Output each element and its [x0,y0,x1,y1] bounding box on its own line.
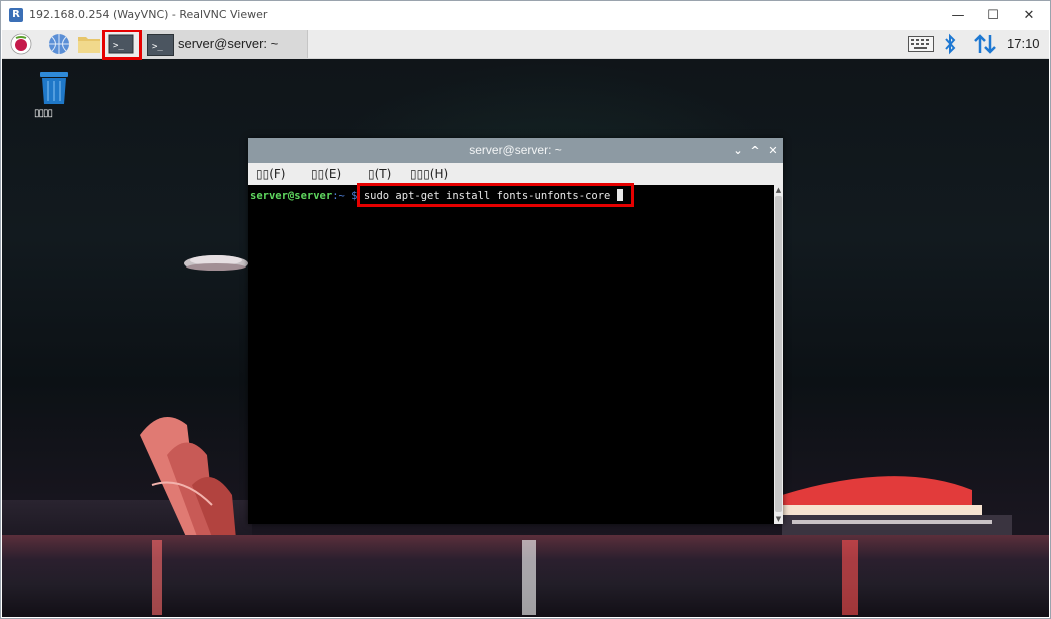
menu-help[interactable]: ▯▯▯(H) [410,167,448,181]
taskbar-label: server@server: ~ [178,36,279,51]
minimize-button[interactable]: — [941,1,975,30]
terminal-menubar: ▯▯(F) ▯▯(E) ▯(T) ▯▯▯(H) [248,163,783,185]
terminal-title: server@server: ~ [469,143,562,157]
svg-text:>_: >_ [152,42,163,52]
terminal-window[interactable]: server@server: ~ ⌄ ^ ✕ ▯▯(F) ▯▯(E) ▯(T) … [248,138,783,524]
remote-desktop[interactable]: >_ >_ server@server: ~ 17:10 ▯▯▯▯ server… [2,30,1049,617]
trash-icon[interactable] [37,70,71,106]
terminal-minimize-button[interactable]: ⌄ [730,138,746,163]
bluetooth-icon[interactable] [943,33,957,55]
terminal-close-button[interactable]: ✕ [765,138,781,163]
clock[interactable]: 17:10 [1007,36,1040,51]
top-panel: >_ >_ server@server: ~ 17:10 [2,30,1049,60]
terminal-icon: >_ [147,34,174,56]
terminal-maximize-button[interactable]: ^ [747,138,763,163]
window-title: 192.168.0.254 (WayVNC) - RealVNC Viewer [29,8,268,21]
terminal-output[interactable]: server@server:~ $ sudo apt-get install f… [248,183,774,524]
wallpaper-reflection [842,540,858,615]
web-browser-icon[interactable] [46,32,72,56]
vnc-titlebar: R 192.168.0.254 (WayVNC) - RealVNC Viewe… [1,1,1050,30]
wallpaper-skypark [184,255,248,271]
taskbar-terminal-window[interactable]: >_ server@server: ~ [142,30,308,58]
menu-edit[interactable]: ▯▯(E) [311,167,341,181]
maximize-button[interactable]: ☐ [976,1,1010,30]
wallpaper-reflection [522,540,536,615]
network-icon[interactable] [972,33,998,55]
wallpaper-reflection [152,540,162,615]
scroll-up-arrow-icon[interactable]: ▲ [774,185,783,195]
menu-tabs[interactable]: ▯(T) [368,167,391,181]
wallpaper-stadium [782,476,1012,545]
vnc-viewer-window: R 192.168.0.254 (WayVNC) - RealVNC Viewe… [0,0,1051,619]
prompt-path: :~ $ [332,190,358,202]
scroll-down-arrow-icon[interactable]: ▼ [774,514,783,524]
trash-label: ▯▯▯▯ [34,108,53,119]
menu-file[interactable]: ▯▯(F) [256,167,285,181]
scroll-thumb[interactable] [775,196,782,512]
wallpaper-artscience-museum [140,417,237,550]
terminal-titlebar[interactable]: server@server: ~ ⌄ ^ ✕ [248,138,783,163]
highlight-command [357,183,634,207]
highlight-terminal-launcher [102,30,142,60]
close-button[interactable]: ✕ [1012,1,1046,30]
file-manager-icon[interactable] [76,32,102,56]
raspberry-menu-icon[interactable] [8,32,34,56]
prompt-user: server@server [250,190,333,202]
realvnc-logo-icon: R [9,8,23,22]
keyboard-icon[interactable] [908,36,934,52]
terminal-scrollbar[interactable]: ▲ ▼ [774,185,783,524]
